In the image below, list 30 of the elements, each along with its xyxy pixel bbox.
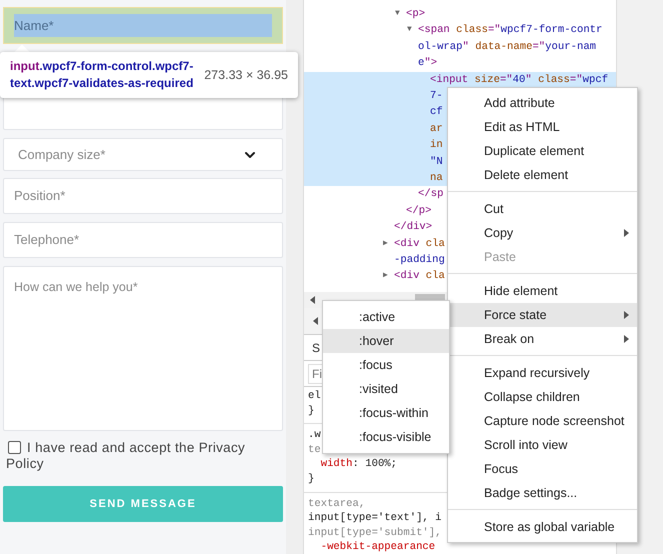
code-line: e"> [418,56,438,72]
css-line: } [308,472,314,487]
css-line: -webkit-appearance [320,540,436,554]
code-line: <div cla [394,236,445,252]
element-selector: input.wpcf7-form-control.wpcf7-text.wpcf7-validates-as-required [10,58,194,92]
css-line: te [308,442,321,458]
code-line: <p> [406,7,426,22]
code-line: na [430,170,443,186]
css-line: .w [308,428,321,443]
code-line: <div cla [394,269,445,284]
code-line: in [430,138,443,154]
code-line: 7- [430,88,443,104]
element-size: 273.33 × 36.95 [204,66,288,84]
css-line: input[type='text'], i [308,511,442,526]
css-line: width: 100%; [320,457,398,472]
css-line: el [308,389,321,404]
code-line: ol-wrap" data-name="your-nam [418,40,596,55]
consent-label: I have read and accept the Privacy Policy [6,440,246,472]
code-line: </sp [418,187,444,202]
code-line: <span class="wpcf7-form-contr [418,23,602,38]
code-line: </div> [394,220,432,236]
css-line: textarea, [308,496,366,512]
code-line: <input size="40" class="wpcf [430,72,608,88]
css-line: input[type='submit'], [308,526,442,540]
code-line: ar [430,122,443,137]
code-line: cf [430,105,443,120]
code-line: "N [430,154,443,170]
css-line: } [308,404,314,418]
code-line: -padding [394,252,445,268]
code-line: </p> [406,204,432,219]
